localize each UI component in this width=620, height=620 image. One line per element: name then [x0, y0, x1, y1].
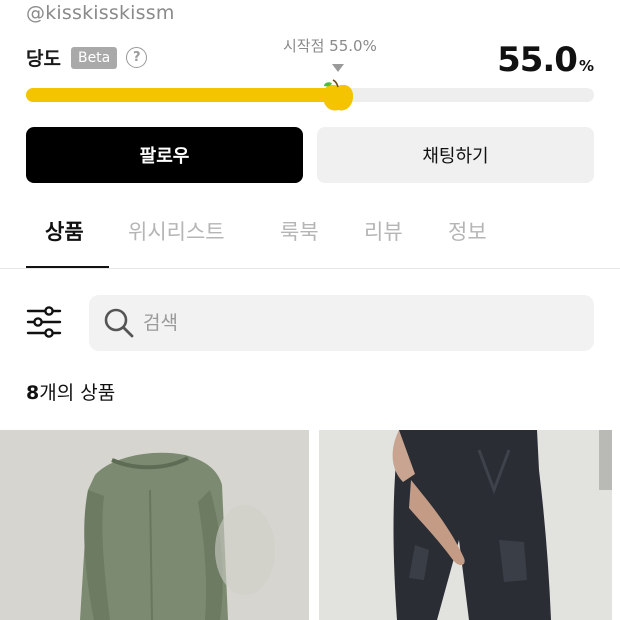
start-point-marker-icon — [332, 64, 344, 72]
product-count-suffix: 개의 상품 — [39, 382, 116, 404]
magnifier-icon — [104, 308, 134, 338]
search-input[interactable] — [143, 312, 563, 334]
sweetness-value-unit: % — [578, 57, 594, 75]
product-count: 8개의 상품 — [26, 378, 115, 405]
product-count-number: 8 — [26, 382, 40, 404]
sweetness-progress-track — [26, 88, 594, 102]
help-icon[interactable]: ? — [126, 47, 148, 68]
product-card-green-top[interactable] — [0, 430, 309, 620]
search-field[interactable] — [89, 295, 594, 351]
tab-bar: 상품 위시리스트 룩북 리뷰 정보 — [26, 210, 620, 269]
start-point-label: 시작점 55.0% — [283, 37, 377, 55]
product-image-green-top — [0, 430, 309, 620]
sweetness-header: 당도 Beta ? — [26, 44, 148, 71]
apple-icon — [323, 79, 354, 111]
profile-handle: @kisskisskissm — [26, 2, 175, 24]
product-card-black-pants[interactable] — [319, 430, 612, 620]
tab-info[interactable]: 정보 — [448, 216, 487, 246]
product-image-black-pants — [319, 430, 612, 620]
sweetness-value: 55.0% — [497, 40, 594, 80]
tab-lookbook[interactable]: 룩북 — [280, 216, 319, 246]
sliders-icon[interactable] — [26, 306, 62, 338]
sweetness-progress-fill — [26, 88, 339, 102]
chat-button[interactable]: 채팅하기 — [317, 127, 594, 183]
beta-badge: Beta — [70, 46, 118, 69]
tab-products[interactable]: 상품 — [45, 216, 84, 246]
tabs-divider — [0, 268, 620, 269]
sweetness-value-number: 55.0 — [497, 40, 578, 80]
tab-wishlist[interactable]: 위시리스트 — [128, 216, 225, 246]
sweetness-label: 당도 — [26, 48, 61, 70]
follow-button[interactable]: 팔로우 — [26, 127, 303, 183]
tab-reviews[interactable]: 리뷰 — [364, 216, 403, 246]
